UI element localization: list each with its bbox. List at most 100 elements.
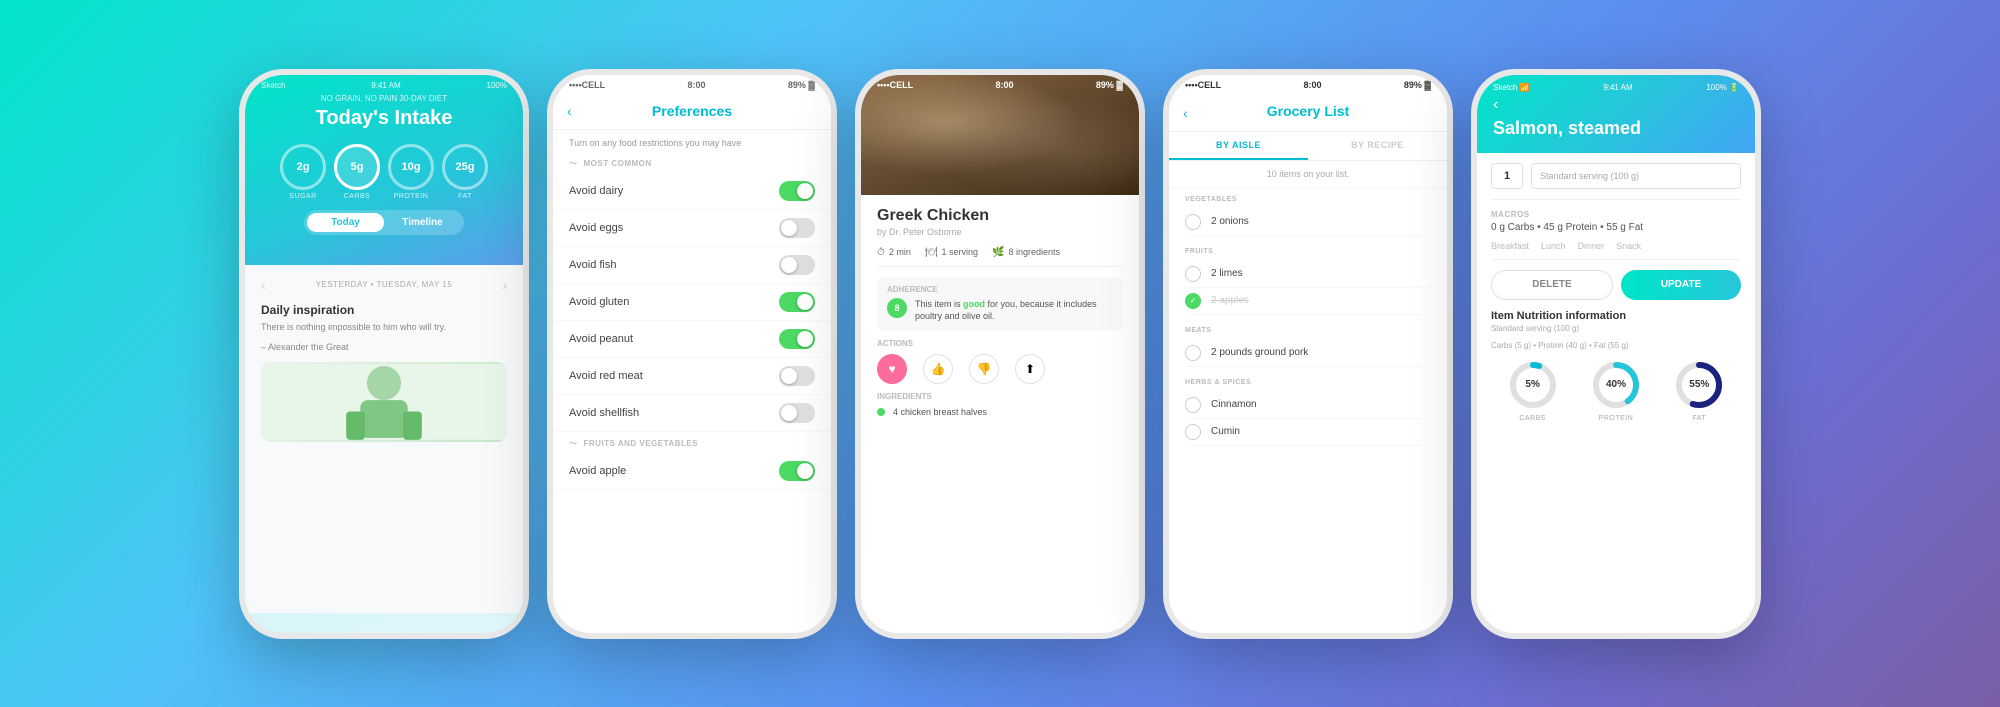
actions-row: ♥ 👍 👎 ⬆ xyxy=(877,354,1123,384)
serving-quantity[interactable]: 1 xyxy=(1491,163,1523,189)
battery-2: 89% ▓ xyxy=(788,80,815,90)
tab-timeline[interactable]: Timeline xyxy=(384,213,461,232)
recipe-meta: ⏱ 2 min 🍽 1 serving 🌿 8 ingredients xyxy=(877,247,1123,267)
serving-type-input[interactable]: Standard serving (100 g) xyxy=(1531,163,1741,189)
share-button[interactable]: ⬆ xyxy=(1015,354,1045,384)
back-button-4[interactable]: ‹ xyxy=(1183,105,1188,121)
grocery-section-herbs: HERBS & SPICES Cinnamon Cumin xyxy=(1169,371,1447,450)
pref-avoid-redmeat: Avoid red meat xyxy=(553,358,831,395)
ingredients-section: INGREDIENTS 4 chicken breast halves xyxy=(877,392,1123,417)
toggle-apple[interactable] xyxy=(779,461,815,481)
circle-label-protein: PROTEIN xyxy=(394,193,429,200)
toggle-dairy[interactable] xyxy=(779,181,815,201)
toggle-eggs[interactable] xyxy=(779,218,815,238)
time-2: 8:00 xyxy=(688,80,706,90)
check-cumin[interactable] xyxy=(1185,424,1201,440)
check-limes[interactable] xyxy=(1185,266,1201,282)
pref-avoid-dairy: Avoid dairy xyxy=(553,173,831,210)
check-cinnamon[interactable] xyxy=(1185,397,1201,413)
section-title-herbs: HERBS & SPICES xyxy=(1185,379,1431,386)
adherence-score: 8 xyxy=(887,298,907,318)
status-bar-2: ••••CELL 8:00 89% ▓ xyxy=(553,75,831,95)
section-title-vegetables: VEGETABLES xyxy=(1185,196,1431,203)
carrier-1: Sketch xyxy=(261,81,285,90)
grocery-section-fruits: FRUITS 2 limes ✓ 2 apples xyxy=(1169,240,1447,319)
back-button-2[interactable]: ‹ xyxy=(567,103,572,119)
circle-value-sugar: 2g xyxy=(280,144,326,190)
nutrition-subtitle: Standard serving (100 g) xyxy=(1491,324,1741,333)
carrier-5: Sketch 📶 xyxy=(1493,83,1530,92)
pref-avoid-fish: Avoid fish xyxy=(553,247,831,284)
adherence-section: ADHERENCE 8 This item is good for you, b… xyxy=(877,277,1123,331)
grocery-item-onions: 2 onions xyxy=(1185,209,1431,236)
meta-ingredients-value: 8 ingredients xyxy=(1009,247,1061,257)
grocery-item-pork: 2 pounds ground pork xyxy=(1185,340,1431,367)
circle-value-fat: 25g xyxy=(442,144,488,190)
toggle-shellfish[interactable] xyxy=(779,403,815,423)
action-buttons: DELETE UPDATE xyxy=(1491,270,1741,300)
grocery-item-limes: 2 limes xyxy=(1185,261,1431,288)
grocery-tabs: BY AISLE BY RECIPE xyxy=(1169,132,1447,161)
recipe-author: by Dr. Peter Osborne xyxy=(877,227,1123,237)
pref-title: Preferences xyxy=(652,103,732,119)
toggle-redmeat[interactable] xyxy=(779,366,815,386)
time-1: 9:41 AM xyxy=(371,81,400,90)
delete-button[interactable]: DELETE xyxy=(1491,270,1613,300)
chart-protein: 40% PROTEIN xyxy=(1589,358,1643,422)
ingredient-text: 4 chicken breast halves xyxy=(893,407,987,417)
ingredients-label: INGREDIENTS xyxy=(877,392,1123,401)
actions-section: ACTIONS ♥ 👍 👎 ⬆ xyxy=(877,339,1123,384)
grocery-header: ‹ Grocery List xyxy=(1169,95,1447,132)
salmon-content: 1 Standard serving (100 g) MACROS 0 g Ca… xyxy=(1477,153,1755,621)
pref-label-peanut: Avoid peanut xyxy=(569,333,633,345)
adherence-row: 8 This item is good for you, because it … xyxy=(887,298,1113,323)
label-pork: 2 pounds ground pork xyxy=(1211,347,1308,358)
recipe-content: Greek Chicken by Dr. Peter Osborne ⏱ 2 m… xyxy=(861,195,1139,613)
thumbup-button[interactable]: 👍 xyxy=(923,354,953,384)
tab-lunch[interactable]: Lunch xyxy=(1541,241,1566,251)
ingredient-chicken: 4 chicken breast halves xyxy=(877,407,1123,417)
section-most-common: 〜 MOST COMMON xyxy=(553,152,831,173)
donut-carbs: 5% xyxy=(1506,358,1560,412)
phone-preferences: ••••CELL 8:00 89% ▓ ‹ Preferences Turn o… xyxy=(547,69,837,639)
next-arrow-icon[interactable]: › xyxy=(502,277,507,293)
label-limes: 2 limes xyxy=(1211,268,1243,279)
heart-button[interactable]: ♥ xyxy=(877,354,907,384)
tab-breakfast[interactable]: Breakfast xyxy=(1491,241,1529,251)
label-onions: 2 onions xyxy=(1211,216,1249,227)
battery-5: 100% 🔋 xyxy=(1706,83,1739,92)
update-button[interactable]: UPDATE xyxy=(1621,270,1741,300)
pref-avoid-gluten: Avoid gluten xyxy=(553,284,831,321)
prev-arrow-icon[interactable]: ‹ xyxy=(261,277,266,293)
check-onions[interactable] xyxy=(1185,214,1201,230)
circle-protein: 10g PROTEIN xyxy=(388,144,434,200)
tab-today[interactable]: Today xyxy=(307,213,384,232)
phone-salmon: Sketch 📶 9:41 AM 100% 🔋 ‹ Salmon, steame… xyxy=(1471,69,1761,639)
charts-row: 5% CARBS 40% PROTEIN xyxy=(1491,358,1741,422)
toggle-fish[interactable] xyxy=(779,255,815,275)
wave2-icon: 〜 xyxy=(569,438,578,449)
chart-label-carbs: CARBS xyxy=(1519,415,1546,422)
phone-grocery-list: ••••CELL 8:00 89% ▓ ‹ Grocery List BY AI… xyxy=(1163,69,1453,639)
section-label-most-common: MOST COMMON xyxy=(584,159,652,168)
chart-fat: 55% FAT xyxy=(1672,358,1726,422)
meta-time: ⏱ 2 min xyxy=(877,247,911,258)
tab-by-recipe[interactable]: BY RECIPE xyxy=(1308,132,1447,160)
grocery-section-vegetables: VEGETABLES 2 onions xyxy=(1169,188,1447,240)
check-pork[interactable] xyxy=(1185,345,1201,361)
pref-avoid-apple: Avoid apple xyxy=(553,453,831,490)
check-apples[interactable]: ✓ xyxy=(1185,293,1201,309)
date-nav: ‹ YESTERDAY • TUESDAY, MAY 15 › xyxy=(261,277,507,293)
toggle-peanut[interactable] xyxy=(779,329,815,349)
pref-label-fish: Avoid fish xyxy=(569,259,617,271)
page-title-1: Today's Intake xyxy=(261,107,507,130)
tab-dinner[interactable]: Dinner xyxy=(1578,241,1605,251)
fork-icon: 🍽 xyxy=(925,247,938,258)
tab-snack[interactable]: Snack xyxy=(1616,241,1641,251)
thumbdown-button[interactable]: 👎 xyxy=(969,354,999,384)
time-4: 8:00 xyxy=(1304,80,1322,90)
toggle-gluten[interactable] xyxy=(779,292,815,312)
macros-values: 0 g Carbs • 45 g Protein • 55 g Fat xyxy=(1491,222,1741,233)
back-button-5[interactable]: ‹ xyxy=(1493,96,1498,114)
tab-by-aisle[interactable]: BY AISLE xyxy=(1169,132,1308,160)
